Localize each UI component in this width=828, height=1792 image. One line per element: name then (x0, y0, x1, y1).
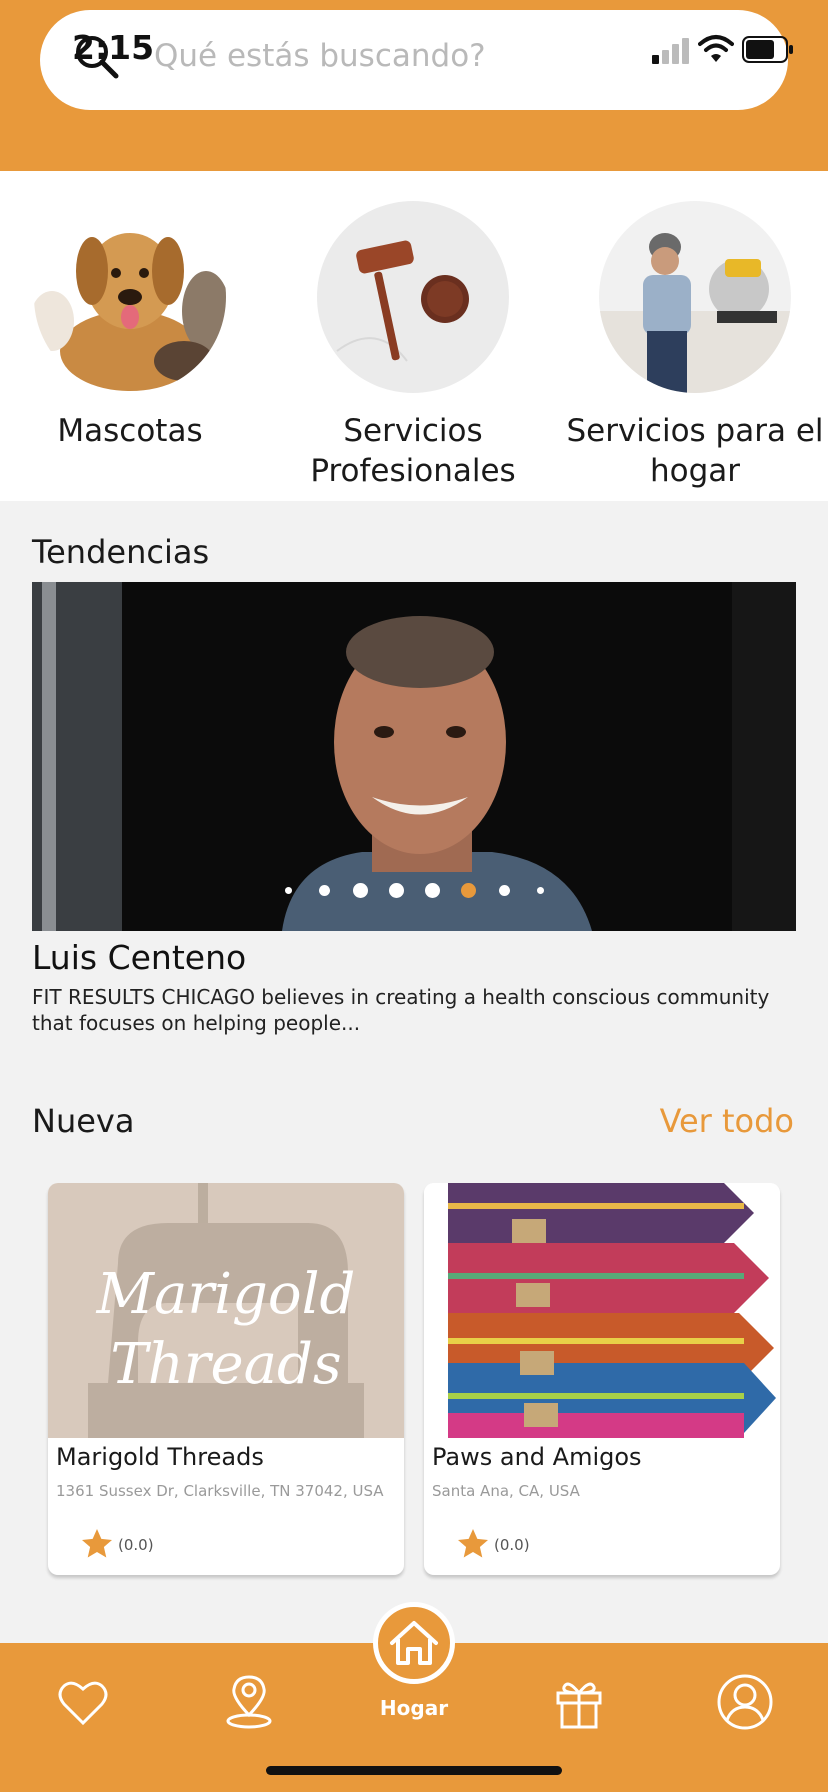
pager-dot[interactable] (318, 884, 330, 896)
pager-dot[interactable] (284, 886, 292, 894)
business-name: Paws and Amigos (432, 1443, 642, 1471)
gavel-photo (317, 201, 509, 393)
trending-title: Tendencias (32, 533, 210, 571)
trending-name[interactable]: Luis Centeno (32, 938, 246, 977)
pager-dot[interactable] (460, 882, 476, 898)
home-button[interactable] (373, 1602, 455, 1684)
carousel-pager[interactable] (0, 880, 828, 900)
battery-icon (742, 36, 793, 63)
home-label[interactable]: Hogar (364, 1696, 464, 1720)
top-bar: 2:15 Qué estás buscando? (0, 0, 828, 171)
new-section-title: Nueva (32, 1102, 135, 1140)
handyman-photo (599, 201, 791, 393)
signal-icon (652, 38, 689, 64)
marigold-threads-photo: Marigold Threads (48, 1183, 404, 1438)
category-mascotas[interactable]: Mascotas (0, 201, 270, 451)
business-rating: (0.0) (118, 1536, 154, 1554)
map-pin-icon[interactable] (224, 1673, 274, 1729)
pager-dot[interactable] (424, 882, 440, 898)
marigold-logo-text: Marigold (96, 1262, 356, 1327)
pets-photo (34, 201, 226, 393)
trending-photo (32, 582, 796, 931)
category-label: Servicios Profesionales (310, 413, 516, 489)
gift-icon[interactable] (554, 1675, 604, 1729)
search-input[interactable]: Qué estás buscando? (154, 38, 486, 74)
see-all-link[interactable]: Ver todo (660, 1102, 794, 1140)
paws-and-amigos-photo (424, 1183, 780, 1438)
wifi-icon (698, 35, 734, 62)
category-label: Mascotas (57, 413, 203, 449)
home-indicator (266, 1766, 562, 1775)
star-icon (82, 1529, 112, 1558)
trending-description: FIT RESULTS CHICAGO believes in creating… (32, 985, 770, 1035)
pager-dot[interactable] (536, 886, 544, 894)
profile-icon[interactable] (716, 1673, 774, 1731)
category-row: Mascotas Servicios Profesionales Servici… (0, 171, 828, 501)
heart-icon[interactable] (58, 1679, 108, 1727)
business-address: 1361 Sussex Dr, Clarksville, TN 37042, U… (56, 1482, 384, 1500)
home-icon (390, 1621, 438, 1665)
business-card[interactable]: Paws and Amigos Santa Ana, CA, USA (0.0) (424, 1183, 780, 1575)
star-icon (458, 1529, 488, 1558)
pager-dot[interactable] (498, 884, 510, 896)
pager-dot[interactable] (388, 882, 404, 898)
category-servicios-profesionales[interactable]: Servicios Profesionales (273, 201, 553, 491)
status-time: 2:15 (72, 28, 155, 67)
business-address: Santa Ana, CA, USA (432, 1482, 580, 1500)
trending-banner[interactable] (32, 582, 796, 931)
pager-dot[interactable] (352, 882, 368, 898)
business-rating: (0.0) (494, 1536, 530, 1554)
category-label: Servicios para el hogar (566, 413, 824, 489)
business-card[interactable]: Marigold Threads Marigold Threads 1361 S… (48, 1183, 404, 1575)
svg-text:Threads: Threads (110, 1332, 341, 1397)
category-servicios-hogar[interactable]: Servicios para el hogar (555, 201, 828, 491)
business-name: Marigold Threads (56, 1443, 264, 1471)
